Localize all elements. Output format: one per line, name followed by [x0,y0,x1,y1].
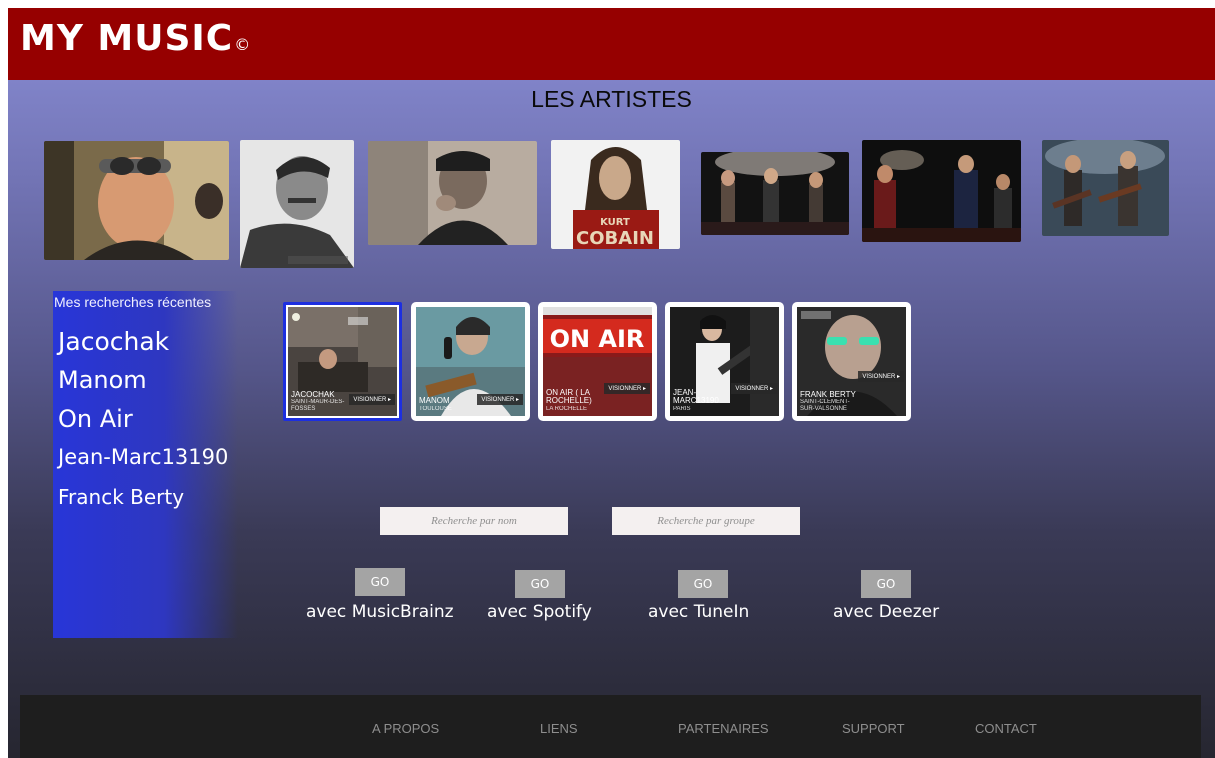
footer-link-a-propos[interactable]: A PROPOS [372,721,439,736]
brand-name: MY MUSIC [20,18,234,59]
service-label-musicbrainz: avec MusicBrainz [306,602,454,622]
card-artist-city: SAINT-CLEMENT-SUR-VALSONNE [800,399,850,412]
artist-photo-4[interactable]: KURT COBAIN [551,140,680,249]
card-caption: JACOCHAK SAINT-MAUR-DES-FOSSES [291,390,351,412]
artist-photo-2[interactable] [240,140,354,268]
search-by-group-input[interactable] [612,507,800,535]
recent-search-item[interactable]: Jean-Marc13190 [58,445,228,469]
card-artist-name: JACOCHAK [291,390,335,400]
cobain-text-bottom: COBAIN [576,228,654,249]
go-deezer-button[interactable]: GO [861,570,911,598]
on-air-banner: ON AIR [550,325,645,353]
visionner-button[interactable]: VISIONNER ▸ [858,371,904,382]
card-caption: MANOM TOULOUSE [419,396,479,412]
card-artist-city: PARIS [673,405,691,412]
card-artist-city: SAINT-MAUR-DES-FOSSES [291,399,345,412]
page-title: LES ARTISTES [531,86,692,112]
card-caption: JEAN-MARC13190 PARIS [673,387,733,412]
artist-photo-6[interactable] [862,140,1021,242]
card-artist-name: ON AIR ( LA ROCHELLE) [546,387,592,406]
service-label-deezer: avec Deezer [833,602,940,622]
recent-search-item[interactable]: Jacochak [58,327,169,356]
card-artist-name: MANOM [419,396,450,406]
recent-searches-title: Mes recherches récentes [54,294,212,310]
footer-bar: A PROPOS LIENS PARTENAIRES SUPPORT CONTA… [20,695,1201,758]
service-label-tunein: avec TuneIn [648,602,750,622]
card-artist-name: JEAN-MARC13190 [673,387,719,406]
service-label-spotify: avec Spotify [487,602,592,622]
visionner-button[interactable]: VISIONNER ▸ [349,394,395,405]
recent-search-item[interactable]: Franck Berty [58,485,184,509]
visionner-button[interactable]: VISIONNER ▸ [604,383,650,394]
card-artist-city: TOULOUSE [419,405,452,412]
recent-search-item[interactable]: Manom [58,366,147,394]
recent-search-item[interactable]: On Air [58,405,133,433]
footer-link-liens[interactable]: LIENS [540,721,578,736]
go-musicbrainz-button[interactable]: GO [355,568,405,596]
artist-photo-3[interactable] [368,141,537,245]
artist-photo-1[interactable] [44,141,229,260]
artist-card-jean-marc13190[interactable]: JEAN-MARC13190 PARIS VISIONNER ▸ [665,302,784,421]
search-by-name-input[interactable] [380,507,568,535]
go-tunein-button[interactable]: GO [678,570,728,598]
recent-searches-panel: Mes recherches récentes Jacochak Manom O… [53,291,238,638]
visionner-button[interactable]: VISIONNER ▸ [477,394,523,405]
artist-photo-7[interactable] [1042,140,1169,236]
header-bar: MY MUSIC© [8,8,1215,80]
artist-card-frank-berty[interactable]: FRANK BERTY SAINT-CLEMENT-SUR-VALSONNE V… [792,302,911,421]
visionner-button[interactable]: VISIONNER ▸ [731,383,777,394]
copyright-mark: © [234,35,252,54]
footer-link-partenaires[interactable]: PARTENAIRES [678,721,769,736]
artist-card-jacochak[interactable]: JACOCHAK SAINT-MAUR-DES-FOSSES VISIONNER… [283,302,402,421]
card-caption: ON AIR ( LA ROCHELLE) LA ROCHELLE [546,387,606,412]
artist-card-on-air[interactable]: ON AIR ON AIR ( LA ROCHELLE) LA ROCHELLE… [538,302,657,421]
artist-photo-5[interactable] [701,152,849,235]
brand-logo[interactable]: MY MUSIC© [20,18,251,59]
cobain-text-top: KURT [600,217,630,228]
artist-card-manom[interactable]: MANOM TOULOUSE VISIONNER ▸ [411,302,530,421]
footer-link-contact[interactable]: CONTACT [975,721,1037,736]
footer-link-support[interactable]: SUPPORT [842,721,905,736]
page-frame: MY MUSIC© LES ARTISTES KURT COBAIN Mes r… [8,8,1215,758]
card-artist-name: FRANK BERTY [800,390,856,400]
go-spotify-button[interactable]: GO [515,570,565,598]
card-caption: FRANK BERTY SAINT-CLEMENT-SUR-VALSONNE [800,390,860,412]
card-artist-city: LA ROCHELLE [546,405,588,412]
